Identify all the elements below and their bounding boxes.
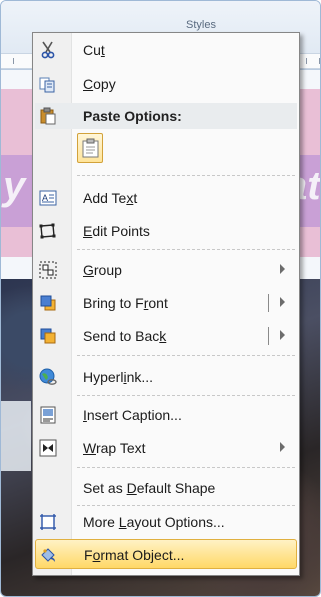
menu-item-label: Cut xyxy=(83,42,105,58)
menu-item-label: Set as Default Shape xyxy=(83,480,216,496)
context-menu: Cut Copy Paste Options: A Add Text Edit … xyxy=(32,32,300,576)
paste-icon xyxy=(39,107,57,125)
paste-options-label: Paste Options: xyxy=(83,108,182,124)
bring-forward-icon xyxy=(39,294,57,312)
submenu-arrow-icon xyxy=(280,442,285,452)
caption-icon xyxy=(39,406,57,424)
menu-item-format-object[interactable]: Format Object... xyxy=(35,539,297,569)
hyperlink-globe-icon xyxy=(39,368,57,386)
wrap-text-icon xyxy=(39,439,57,457)
menu-item-bring-to-front[interactable]: Bring to Front xyxy=(35,288,297,318)
menu-separator xyxy=(77,175,295,176)
menu-item-label: Send to Back xyxy=(83,328,167,344)
menu-item-label: Wrap Text xyxy=(83,440,146,456)
menu-item-label: More Layout Options... xyxy=(83,514,225,530)
split-button-divider xyxy=(268,294,269,312)
menu-item-edit-points[interactable]: Edit Points xyxy=(35,216,297,246)
paste-options-header: Paste Options: xyxy=(35,103,297,129)
text-box-icon: A xyxy=(39,189,57,207)
paste-keep-formatting-button[interactable] xyxy=(77,133,103,163)
menu-item-copy[interactable]: Copy xyxy=(35,69,297,99)
menu-item-hyperlink[interactable]: Hyperlink... xyxy=(35,362,297,392)
menu-item-send-to-back[interactable]: Send to Back xyxy=(35,321,297,351)
send-backward-icon xyxy=(39,327,57,345)
scissors-icon xyxy=(39,41,57,59)
menu-separator xyxy=(77,355,295,356)
menu-separator xyxy=(77,467,295,468)
menu-item-label: Format Object... xyxy=(84,547,185,563)
menu-item-label: Copy xyxy=(83,76,116,92)
copy-icon xyxy=(39,75,57,93)
photo-highlight xyxy=(1,401,31,471)
paste-clipboard-icon xyxy=(82,138,100,163)
menu-separator xyxy=(77,395,295,396)
ribbon-styles-label: Styles xyxy=(186,19,216,31)
split-button-divider xyxy=(268,327,269,345)
menu-item-more-layout-options[interactable]: More Layout Options... xyxy=(35,507,297,537)
layout-options-icon xyxy=(39,513,57,531)
menu-item-insert-caption[interactable]: Insert Caption... xyxy=(35,400,297,430)
menu-item-add-text[interactable]: A Add Text xyxy=(35,183,297,213)
menu-item-label: Hyperlink... xyxy=(83,369,154,385)
submenu-arrow-icon xyxy=(280,264,285,274)
menu-item-label: Group xyxy=(83,262,122,278)
banner-text-left: y xyxy=(3,164,26,208)
menu-item-wrap-text[interactable]: Wrap Text xyxy=(35,433,297,463)
menu-item-set-default-shape[interactable]: Set as Default Shape xyxy=(35,473,297,503)
menu-item-label: Bring to Front xyxy=(83,295,168,311)
edit-points-icon xyxy=(39,222,57,240)
submenu-arrow-icon[interactable] xyxy=(280,297,285,307)
menu-item-group[interactable]: Group xyxy=(35,255,297,285)
menu-item-label: Add Text xyxy=(83,190,138,206)
menu-item-label: Edit Points xyxy=(83,223,150,239)
submenu-arrow-icon[interactable] xyxy=(280,330,285,340)
group-icon xyxy=(39,261,57,279)
menu-separator xyxy=(77,249,295,250)
menu-item-label: Insert Caption... xyxy=(83,407,182,423)
menu-separator xyxy=(77,505,295,506)
format-object-icon xyxy=(40,546,58,564)
menu-item-cut[interactable]: Cut xyxy=(35,35,297,65)
